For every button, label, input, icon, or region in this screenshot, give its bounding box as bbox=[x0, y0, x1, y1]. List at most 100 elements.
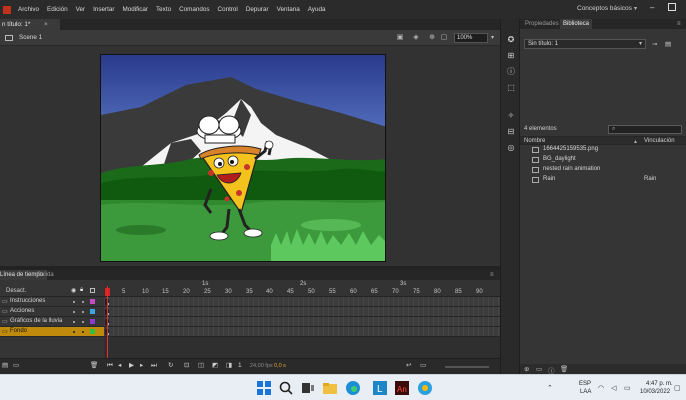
layer-row[interactable]: ▭ Gráficos de la lluvia bbox=[0, 317, 104, 327]
library-item-name[interactable]: 1664425159535.png bbox=[543, 146, 598, 152]
frame-size-slider[interactable] bbox=[445, 366, 489, 368]
color-wheel-icon[interactable]: ✪ bbox=[506, 35, 516, 45]
components-icon[interactable]: ⊟ bbox=[506, 127, 516, 137]
stage-canvas[interactable] bbox=[100, 54, 386, 262]
center-frame-icon[interactable]: ⊡ bbox=[184, 362, 189, 370]
return-icon[interactable]: ↩ bbox=[406, 362, 411, 370]
browser-icon[interactable] bbox=[417, 380, 433, 396]
pin-icon[interactable]: ⊸ bbox=[652, 40, 657, 48]
chevron-up-icon[interactable]: ⌃ bbox=[547, 384, 553, 392]
lock-icon[interactable]: 🔒︎ bbox=[80, 287, 83, 294]
info-icon[interactable]: ⓘ bbox=[506, 67, 516, 77]
clock-time[interactable]: 4:47 p. m. bbox=[646, 381, 673, 387]
chevron-down-icon[interactable]: ▾ bbox=[491, 34, 494, 41]
clapper-icon[interactable]: ▣ bbox=[396, 34, 404, 42]
tab-library[interactable]: Biblioteca bbox=[560, 19, 593, 29]
animate-app-icon[interactable]: An bbox=[394, 380, 410, 396]
fps-readout[interactable]: 24,00 fps bbox=[250, 363, 273, 369]
language-indicator[interactable]: ESP bbox=[579, 381, 591, 387]
motion-presets-icon[interactable]: ◎ bbox=[506, 143, 516, 153]
scale-icon[interactable]: ▭ bbox=[420, 362, 426, 370]
library-item[interactable]: nested rain animation bbox=[520, 165, 686, 175]
lock-dot[interactable] bbox=[82, 311, 84, 313]
frame-row[interactable] bbox=[104, 297, 500, 307]
file-explorer-icon[interactable] bbox=[322, 380, 338, 396]
frame-row[interactable] bbox=[104, 327, 500, 337]
workspace-switcher[interactable]: Conceptos básicos bbox=[577, 5, 632, 12]
lock-dot[interactable] bbox=[82, 321, 84, 323]
frame-grid[interactable]: 1s 2s 3s 1 5 10 15 20 25 30 35 40 45 50 … bbox=[104, 280, 500, 358]
lock-dot[interactable] bbox=[82, 301, 84, 303]
visibility-dot[interactable] bbox=[73, 331, 75, 333]
play-icon[interactable]: ▶ bbox=[129, 362, 134, 370]
layer-name[interactable]: Gráficos de la lluvia bbox=[10, 318, 62, 324]
frame-row[interactable] bbox=[104, 317, 500, 327]
align-icon[interactable]: ⊞ bbox=[506, 51, 516, 61]
menu-texto[interactable]: Texto bbox=[156, 6, 171, 13]
layer-header-label[interactable]: Desact. bbox=[6, 288, 26, 294]
menu-insertar[interactable]: Insertar bbox=[93, 6, 114, 13]
menu-control[interactable]: Control bbox=[218, 6, 238, 13]
library-item-name[interactable]: BG_daylight bbox=[543, 156, 576, 162]
new-library-panel-icon[interactable]: ▤ bbox=[665, 40, 671, 48]
tab-output[interactable]: Salida bbox=[37, 270, 54, 280]
library-item-name[interactable]: nested rain animation bbox=[543, 166, 600, 172]
library-item-name[interactable]: Rain bbox=[543, 176, 555, 182]
center-stage-icon[interactable]: ⊕ bbox=[428, 34, 436, 42]
column-linkage[interactable]: Vinculación bbox=[644, 138, 675, 144]
windows-start-icon[interactable] bbox=[256, 380, 272, 396]
transform-icon[interactable]: ⬚ bbox=[506, 83, 516, 93]
loop-icon[interactable]: ↻ bbox=[168, 362, 173, 370]
menu-archivo[interactable]: Archivo bbox=[18, 6, 39, 13]
layer-row-active[interactable]: ▭ Fondo bbox=[0, 327, 104, 337]
layer-color[interactable] bbox=[90, 319, 95, 324]
delete-icon[interactable]: 🗑︎ bbox=[560, 365, 568, 373]
library-item[interactable]: Rain Rain bbox=[520, 175, 686, 185]
edit-multiple-icon[interactable]: ◨ bbox=[226, 362, 232, 370]
last-frame-icon[interactable]: ⏭ bbox=[151, 362, 157, 370]
library-item[interactable]: 1664425159535.png bbox=[520, 145, 686, 155]
layer-name[interactable]: Instrucciones bbox=[10, 298, 45, 304]
layer-name[interactable]: Fondo bbox=[10, 328, 27, 334]
menu-depurar[interactable]: Depurar bbox=[246, 6, 269, 13]
lock-dot[interactable] bbox=[82, 331, 84, 333]
library-search-input[interactable]: ⌕ bbox=[608, 125, 682, 134]
playhead[interactable] bbox=[107, 286, 108, 358]
menu-edicion[interactable]: Edición bbox=[47, 6, 68, 13]
layer-row[interactable]: ▭ Instrucciones bbox=[0, 297, 104, 307]
clock-date[interactable]: 10/03/2022 bbox=[640, 389, 670, 395]
frame-row[interactable] bbox=[104, 307, 500, 317]
layer-color[interactable] bbox=[90, 329, 95, 334]
maximize-icon[interactable] bbox=[668, 3, 676, 11]
layer-color[interactable] bbox=[90, 299, 95, 304]
battery-icon[interactable]: ▭ bbox=[624, 384, 631, 392]
notifications-icon[interactable]: ▢ bbox=[674, 384, 681, 392]
visibility-dot[interactable] bbox=[73, 311, 75, 313]
menu-ayuda[interactable]: Ayuda bbox=[308, 6, 326, 13]
volume-icon[interactable]: ◁ bbox=[611, 384, 616, 392]
outline-icon[interactable] bbox=[90, 288, 95, 293]
layer-color[interactable] bbox=[90, 309, 95, 314]
search-icon[interactable] bbox=[278, 380, 294, 396]
library-item[interactable]: BG_daylight bbox=[520, 155, 686, 165]
chevron-down-icon[interactable]: ▾ bbox=[634, 5, 637, 12]
new-folder-icon[interactable]: ▭ bbox=[536, 365, 542, 373]
layer-name[interactable]: Acciones bbox=[10, 308, 34, 314]
layer-row[interactable]: ▭ Acciones bbox=[0, 307, 104, 317]
new-symbol-icon[interactable]: ⊕ bbox=[524, 365, 529, 373]
keyboard-layout[interactable]: LAA bbox=[580, 389, 591, 395]
next-frame-icon[interactable]: ▸ bbox=[140, 362, 143, 370]
wifi-icon[interactable]: ◠ bbox=[598, 384, 604, 392]
timeline-ruler[interactable]: 1s 2s 3s 1 5 10 15 20 25 30 35 40 45 50 … bbox=[104, 280, 500, 297]
first-frame-icon[interactable]: ⏮ bbox=[107, 362, 113, 370]
scene-label[interactable]: Scene 1 bbox=[19, 34, 42, 41]
delete-layer-icon[interactable]: 🗑︎ bbox=[90, 362, 98, 370]
onion-skin-icon[interactable]: ◫ bbox=[198, 362, 204, 370]
menu-modificar[interactable]: Modificar bbox=[122, 6, 148, 13]
onion-outline-icon[interactable]: ◩ bbox=[212, 362, 218, 370]
panel-menu-icon[interactable]: ≡ bbox=[490, 272, 494, 278]
column-name[interactable]: Nombre bbox=[524, 138, 545, 144]
menu-ver[interactable]: Ver bbox=[76, 6, 85, 13]
tab-properties[interactable]: Propiedades bbox=[525, 19, 559, 29]
zoom-field[interactable]: 100% bbox=[454, 33, 488, 43]
